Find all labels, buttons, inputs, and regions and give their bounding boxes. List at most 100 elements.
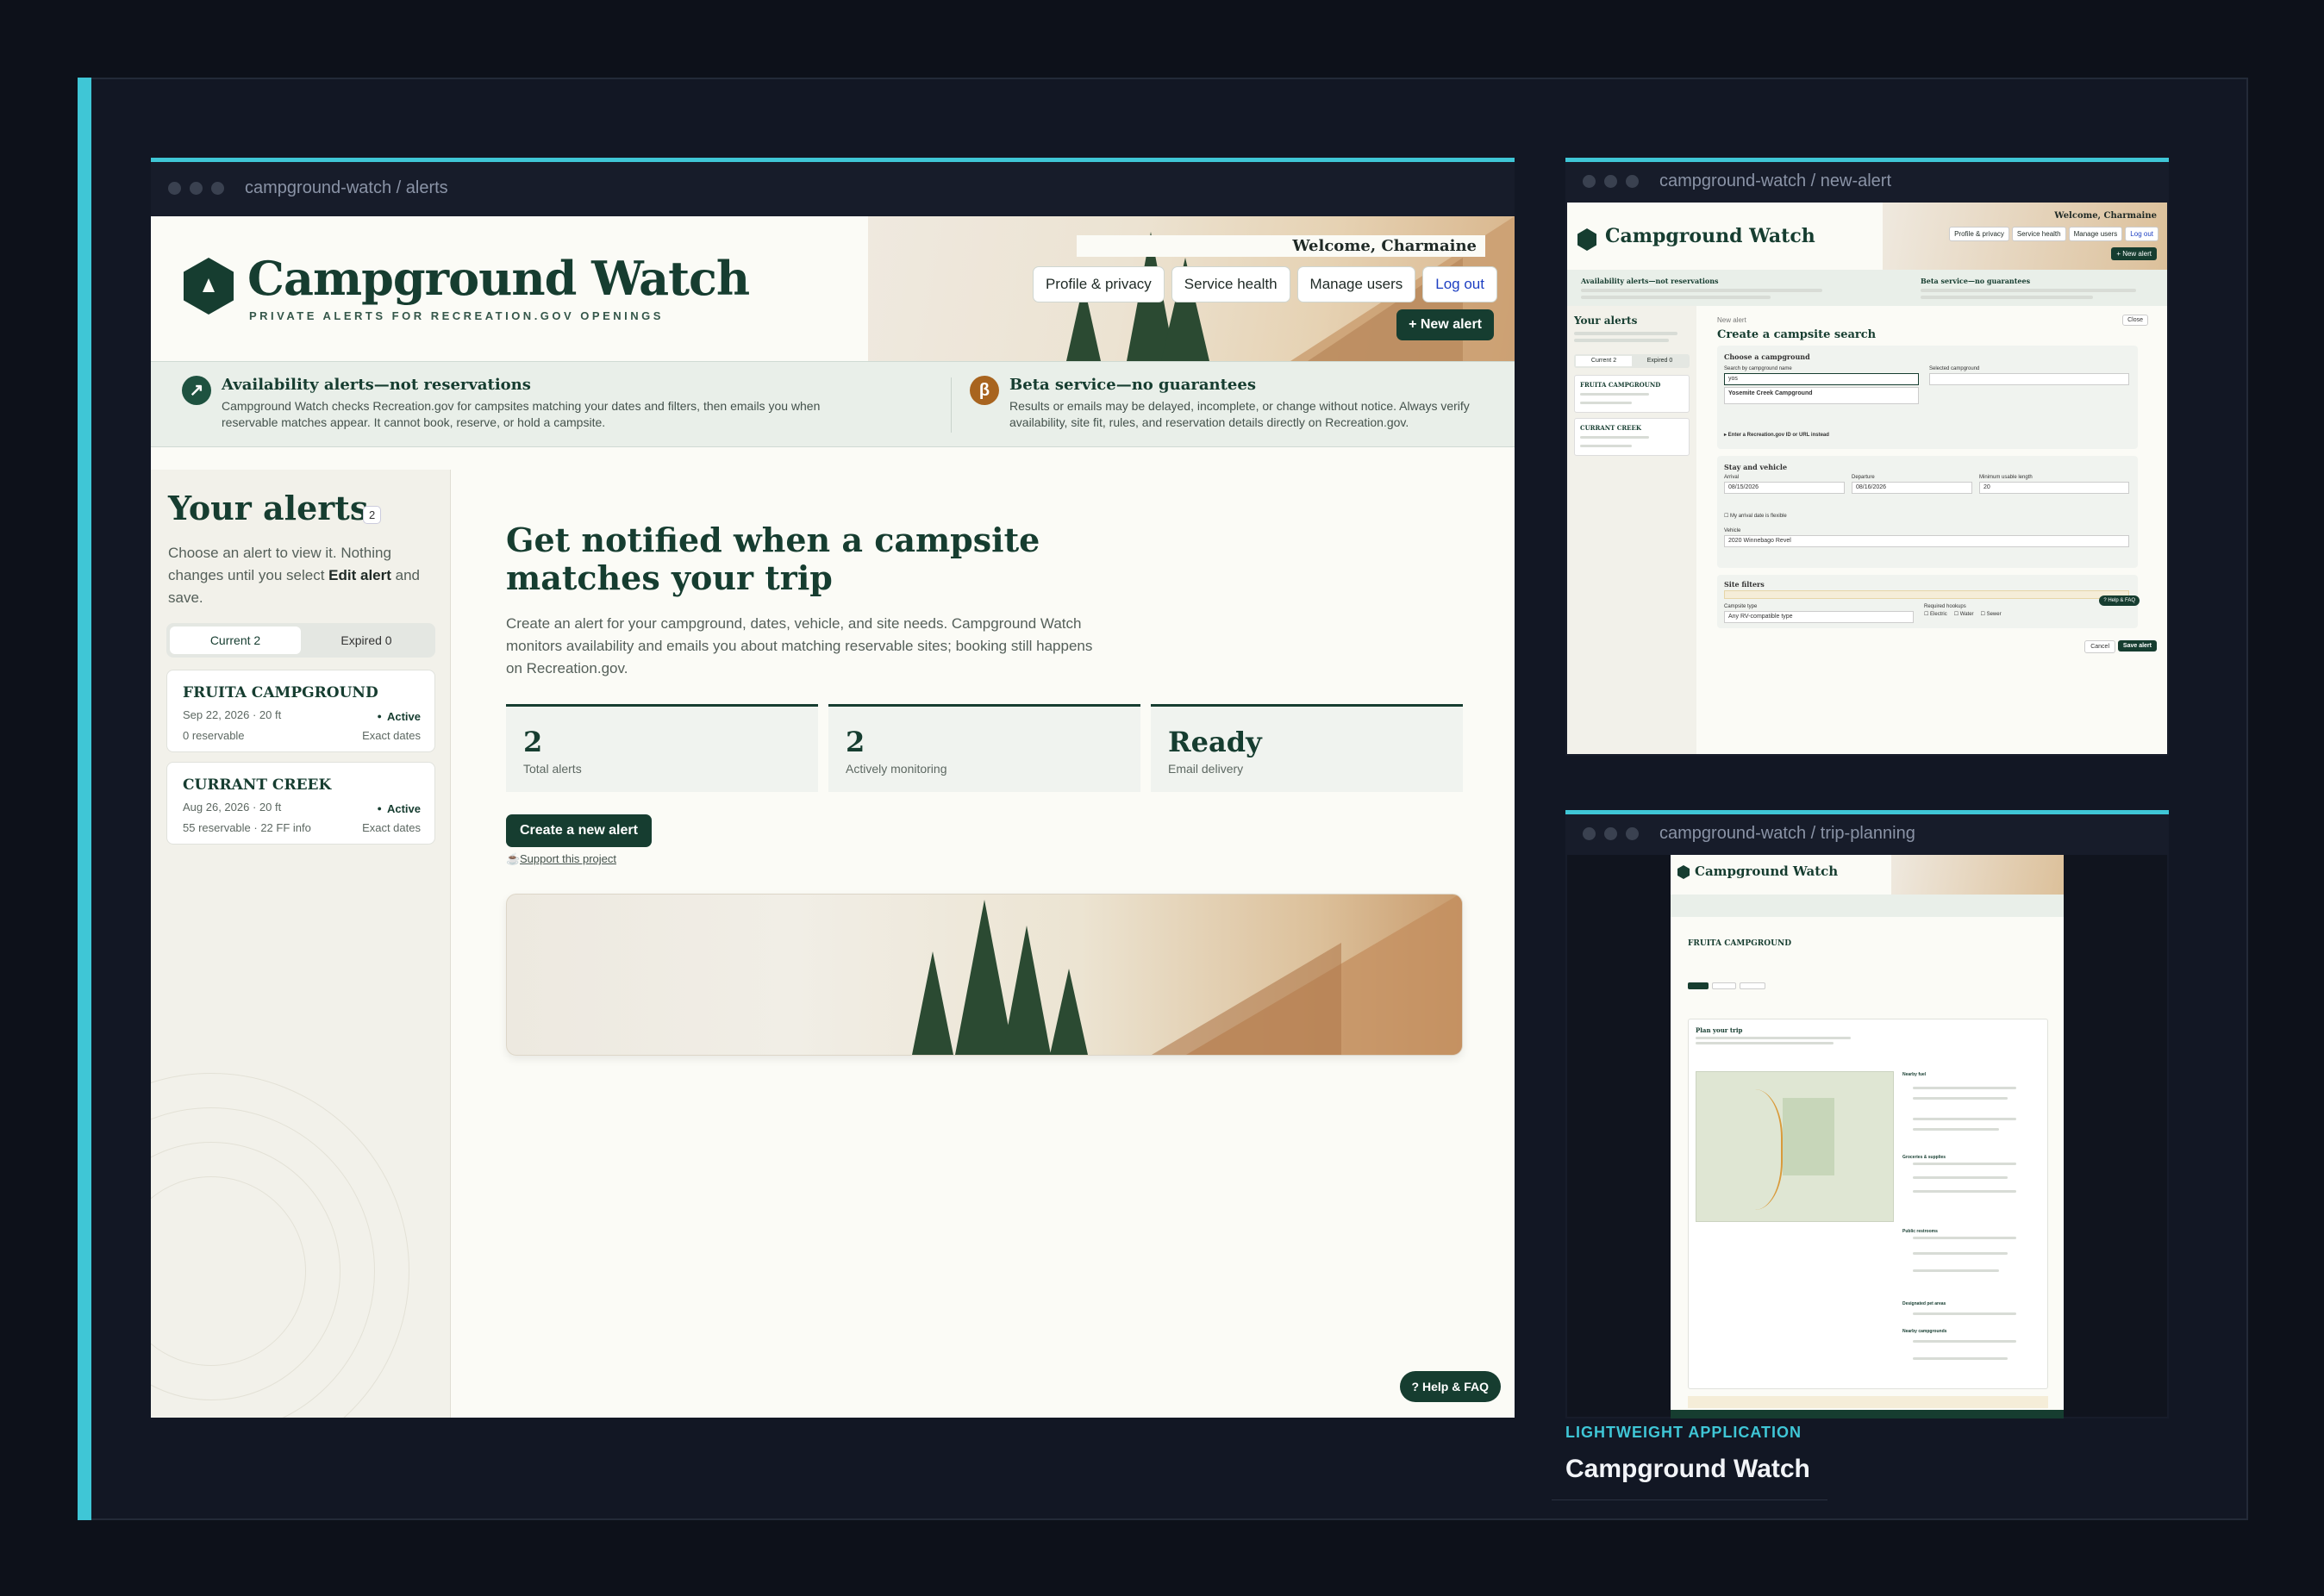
alert-card[interactable]: FRUITA CAMPGROUND Sep 22, 2026 · 20 ft 0… bbox=[166, 670, 435, 752]
window-path: campground-watch / trip-planning bbox=[1659, 823, 1915, 843]
notice-text: Campground Watch checks Recreation.gov f… bbox=[222, 399, 821, 429]
selected-campground-field bbox=[1929, 373, 2129, 385]
caption-title: Campground Watch bbox=[1565, 1455, 1810, 1483]
service-health-button[interactable]: Service health bbox=[1171, 266, 1290, 302]
departure-date-input[interactable]: 08/16/2026 bbox=[1852, 482, 1972, 494]
cancel-button[interactable]: Cancel bbox=[2084, 640, 2115, 653]
manage-users-button[interactable]: Manage users bbox=[1296, 266, 1416, 302]
brand-title: Campground Watch bbox=[1605, 225, 1815, 247]
close-button[interactable]: Close bbox=[2122, 315, 2148, 326]
caption-tag: LIGHTWEIGHT APPLICATION bbox=[1565, 1424, 1802, 1441]
check-now-button[interactable] bbox=[1712, 982, 1736, 989]
profile-privacy-button[interactable]: Profile & privacy bbox=[1032, 266, 1165, 302]
profile-privacy-button[interactable]: Profile & privacy bbox=[1949, 227, 2009, 241]
brand-title[interactable]: Campground Watch bbox=[247, 251, 750, 306]
groceries-heading: Groceries & supplies bbox=[1902, 1155, 1946, 1160]
manage-users-button[interactable]: Manage users bbox=[2068, 227, 2123, 241]
sidebar-title: Your alerts bbox=[1574, 315, 1638, 327]
brand-title: Campground Watch bbox=[1695, 863, 1839, 879]
help-faq-button[interactable]: ? Help & FAQ bbox=[2099, 595, 2140, 606]
app-screen: Campground Watch PRIVATE ALERTS FOR RECR… bbox=[151, 216, 1515, 1418]
tab-expired[interactable]: Expired 0 bbox=[1632, 356, 1688, 366]
notice-text: Results or emails may be delayed, incomp… bbox=[1009, 399, 1470, 429]
trip-planning-window: campground-watch / trip-planning Campgro… bbox=[1565, 810, 2169, 1418]
edit-alert-button[interactable] bbox=[1688, 982, 1709, 989]
window-path: campground-watch / new-alert bbox=[1659, 171, 1892, 190]
service-health-button[interactable]: Service health bbox=[2011, 227, 2066, 241]
stat-email-delivery: Ready Email delivery bbox=[1151, 704, 1463, 792]
notice-title: Availability alerts—not reservations bbox=[222, 376, 531, 394]
trip-planning-screen: Campground Watch FRUITA CAMPGROUND Plan … bbox=[1671, 855, 2064, 1418]
water-checkbox[interactable]: ☐ Water bbox=[1954, 611, 1974, 617]
help-faq-button[interactable]: ? Help & FAQ bbox=[1399, 1371, 1501, 1402]
sidebar-help: Choose an alert to view it. Nothing chan… bbox=[168, 545, 421, 606]
new-alert-screen: Campground Watch Welcome, Charmaine Prof… bbox=[1567, 203, 2167, 754]
status-badge: Active bbox=[378, 802, 421, 815]
coffee-icon: ☕ bbox=[506, 852, 521, 865]
campsite-type-select[interactable]: Any RV-compatible type bbox=[1724, 611, 1914, 623]
window-path: campground-watch / alerts bbox=[245, 178, 448, 197]
new-alert-window: campground-watch / new-alert Campground … bbox=[1565, 158, 2169, 756]
plan-title: Plan your trip bbox=[1696, 1026, 1743, 1034]
alert-card[interactable]: FRUITA CAMPGROUND bbox=[1574, 375, 1690, 413]
pet-areas-heading: Designated pet areas bbox=[1902, 1301, 1946, 1306]
arrow-up-right-icon: ↗ bbox=[182, 376, 211, 405]
tab-current[interactable]: Current 2 bbox=[1576, 356, 1632, 366]
tab-expired[interactable]: Expired 0 bbox=[301, 627, 432, 654]
accent-rail bbox=[78, 78, 91, 1520]
window-titlebar: campground-watch / new-alert bbox=[1565, 162, 2169, 200]
sewer-checkbox[interactable]: ☐ Sewer bbox=[1981, 611, 2002, 617]
notice-title: Availability alerts—not reservations bbox=[1581, 277, 1719, 285]
header-nav: Profile & privacy Service health Manage … bbox=[1032, 266, 1497, 302]
window-dot bbox=[211, 181, 224, 195]
support-link[interactable]: Support this project bbox=[520, 852, 616, 865]
save-alert-button[interactable]: Save alert bbox=[2117, 640, 2157, 651]
notice-banner: ↗ Availability alerts—not reservations C… bbox=[151, 361, 1515, 447]
tab-current[interactable]: Current 2 bbox=[170, 627, 301, 654]
brand-logo-icon bbox=[1577, 228, 1596, 251]
new-alert-button[interactable]: + New alert bbox=[2111, 247, 2157, 260]
main-window: campground-watch / alerts Campground Wat… bbox=[151, 158, 1515, 1418]
sidebar-title: Your alerts bbox=[168, 489, 369, 527]
welcome-text: Welcome, Charmaine bbox=[1077, 235, 1485, 257]
new-alert-button[interactable]: + New alert bbox=[1396, 309, 1494, 340]
page-lead: Create an alert for your campground, dat… bbox=[506, 615, 1093, 676]
scenery-banner bbox=[506, 894, 1463, 1056]
window-titlebar: campground-watch / alerts bbox=[151, 162, 1515, 214]
min-length-input[interactable]: 20 bbox=[1979, 482, 2129, 494]
pause-alert-button[interactable] bbox=[1740, 982, 1765, 989]
notice-title: Beta service—no guarantees bbox=[1009, 376, 1256, 394]
notice-title: Beta service—no guarantees bbox=[1921, 277, 2031, 285]
trip-map[interactable] bbox=[1696, 1071, 1894, 1222]
alerts-tabs: Current 2 Expired 0 bbox=[166, 623, 435, 658]
log-out-button[interactable]: Log out bbox=[2125, 227, 2158, 241]
window-dot bbox=[168, 181, 181, 195]
page-title: Get notified when a campsite matches you… bbox=[506, 521, 1040, 597]
electric-checkbox[interactable]: ☐ Electric bbox=[1924, 611, 1947, 617]
form-title: Create a campsite search bbox=[1717, 328, 1877, 341]
stat-actively-monitoring: 2 Actively monitoring bbox=[828, 704, 1140, 792]
app-header: Campground Watch PRIVATE ALERTS FOR RECR… bbox=[151, 216, 1515, 361]
search-suggestion[interactable]: Yosemite Creek Campground bbox=[1724, 387, 1919, 404]
restrooms-heading: Public restrooms bbox=[1902, 1229, 1938, 1234]
arrival-date-input[interactable]: 08/15/2026 bbox=[1724, 482, 1845, 494]
nearby-campgrounds-heading: Nearby campgrounds bbox=[1902, 1329, 1947, 1334]
window-titlebar: campground-watch / trip-planning bbox=[1565, 814, 2169, 852]
vehicle-select[interactable]: 2020 Winnebago Revel bbox=[1724, 535, 2129, 547]
log-out-button[interactable]: Log out bbox=[1422, 266, 1497, 302]
window-dot bbox=[190, 181, 203, 195]
alert-card[interactable]: CURRANT CREEK Aug 26, 2026 · 20 ft 55 re… bbox=[166, 762, 435, 845]
alerts-sidebar: Your alerts 2 Choose an alert to view it… bbox=[151, 470, 451, 1418]
enter-id-link[interactable]: ▸ Enter a Recreation.gov ID or URL inste… bbox=[1724, 432, 1829, 438]
brand-logo-icon[interactable] bbox=[184, 258, 234, 315]
status-badge: Active bbox=[378, 710, 421, 723]
campground-search-input[interactable]: yos bbox=[1724, 373, 1919, 385]
beta-icon: β bbox=[970, 376, 999, 405]
brand-logo-icon bbox=[1677, 865, 1690, 879]
create-alert-button[interactable]: Create a new alert bbox=[506, 814, 652, 847]
alert-card[interactable]: CURRANT CREEK bbox=[1574, 418, 1690, 456]
brand-subtitle: PRIVATE ALERTS FOR RECREATION.GOV OPENIN… bbox=[249, 309, 664, 322]
alerts-count-badge: 2 bbox=[363, 506, 382, 524]
caption-divider bbox=[1552, 1499, 1827, 1500]
flexible-checkbox[interactable]: ☐ My arrival date is flexible bbox=[1724, 513, 1787, 519]
